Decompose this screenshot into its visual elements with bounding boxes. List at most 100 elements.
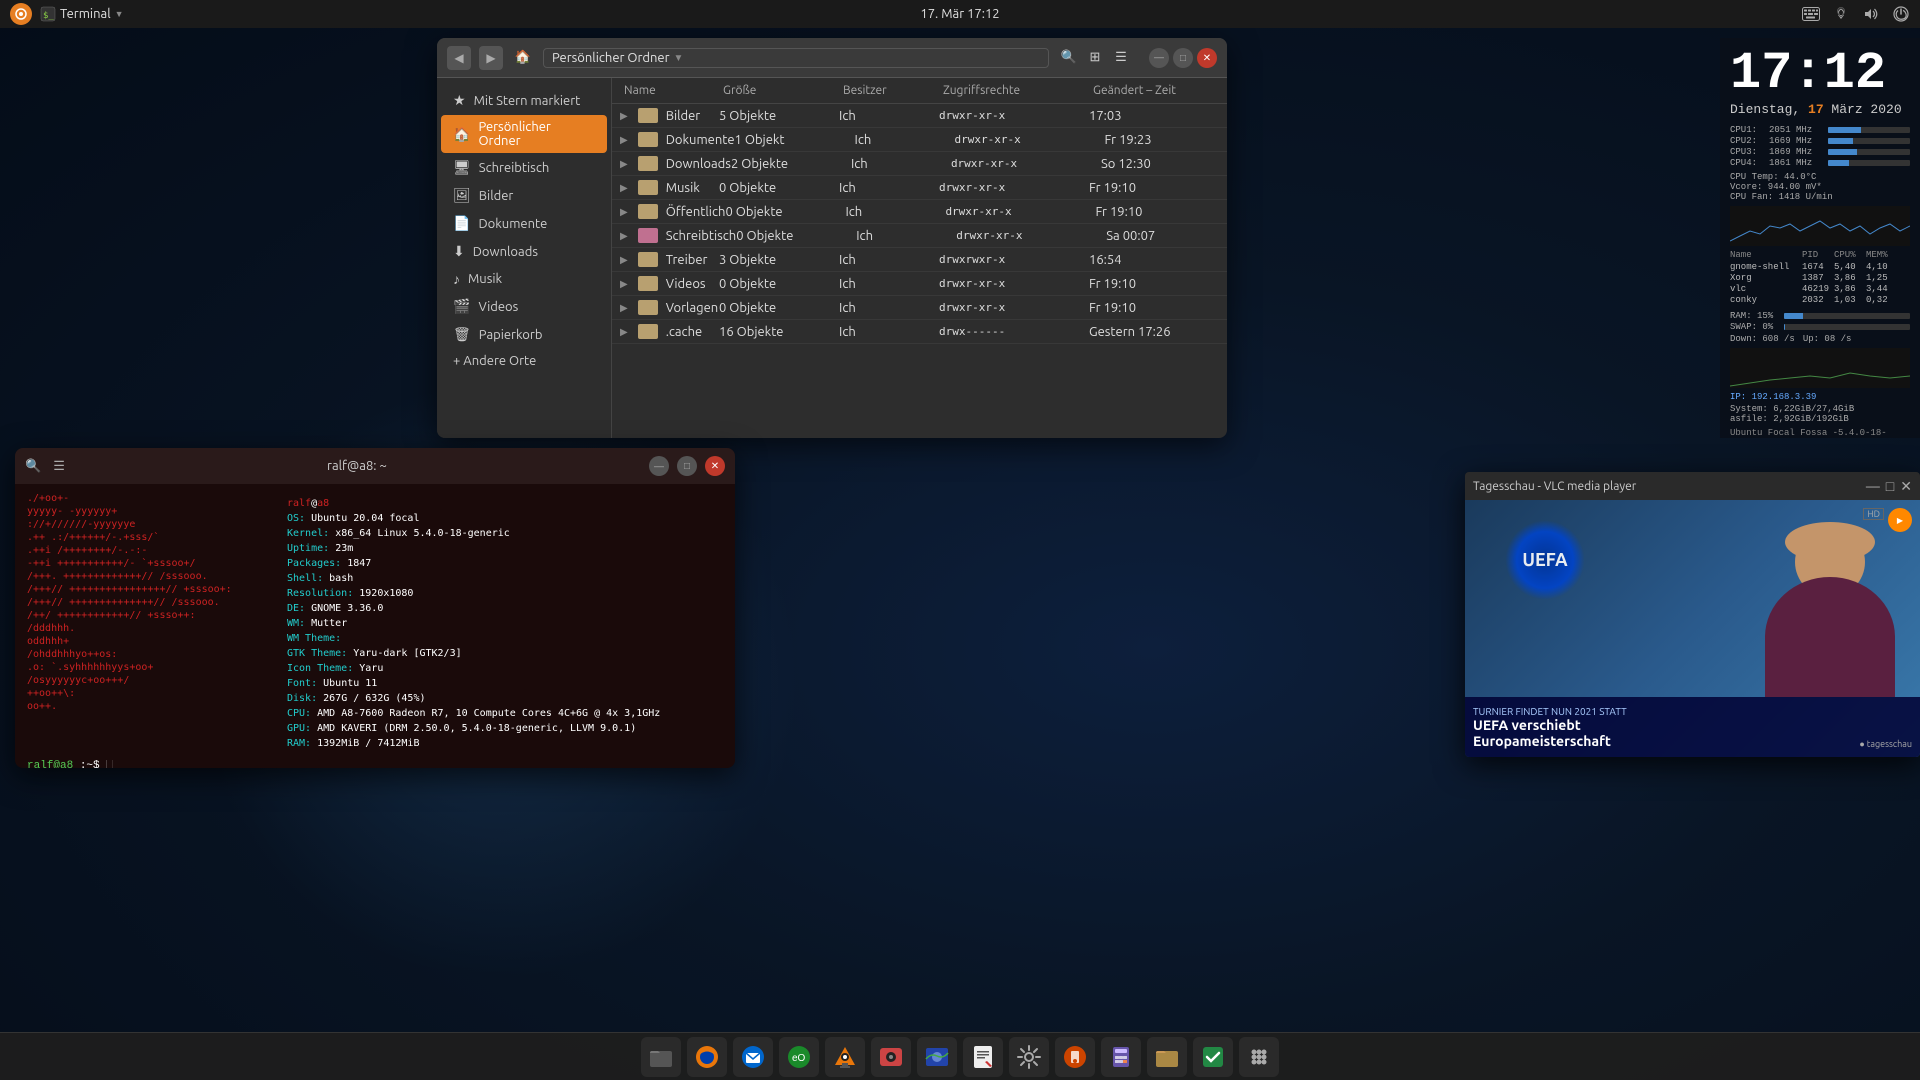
- sidebar-item-music[interactable]: ♪ Musik: [441, 266, 607, 292]
- expand-arrow: ▶: [620, 158, 628, 170]
- sysmon-cpufan: CPU Fan: 1418 U/min: [1730, 192, 1910, 202]
- screenfetch-output: ./+oo+- yyyyy- -yyyyyy+ ://+//////-yyyyy…: [27, 492, 723, 751]
- volume-icon[interactable]: [1862, 5, 1880, 23]
- grid-view-button[interactable]: ⊞: [1083, 46, 1107, 70]
- taskbar-vlc-icon[interactable]: [825, 1037, 865, 1077]
- topbar-left: $_ Terminal ▼: [10, 3, 124, 25]
- vlc-maximize-button[interactable]: □: [1886, 478, 1894, 495]
- terminal-close-button[interactable]: ✕: [705, 456, 725, 476]
- terminal-menu-button[interactable]: ☰: [53, 459, 65, 474]
- vlc-anchor-hair: [1785, 522, 1875, 562]
- file-manager-sidebar: ★ Mit Stern markiert 🏠 Persönlicher Ordn…: [437, 78, 612, 438]
- vlc-window-controls: — □ ✕: [1866, 478, 1912, 495]
- sysmon-ram-section: RAM: 15% SWAP: 0%: [1730, 311, 1910, 332]
- taskbar-shotwell-icon[interactable]: [917, 1037, 957, 1077]
- taskbar-calculator-icon[interactable]: [1101, 1037, 1141, 1077]
- sysmon-system-size: System: 6,22GiB/27,4GiB: [1730, 404, 1910, 414]
- terminal-maximize-button[interactable]: □: [677, 456, 697, 476]
- screenfetch-info: ralf@a8 OS: Ubuntu 20.04 focal Kernel: x…: [287, 492, 723, 751]
- vlc-titlebar: Tagesschau - VLC media player — □ ✕: [1465, 472, 1920, 500]
- power-icon[interactable]: [1892, 5, 1910, 23]
- sidebar-item-trash[interactable]: 🗑 Papierkorb: [441, 321, 607, 348]
- taskbar: eO: [0, 1032, 1920, 1080]
- terminal-minimize-button[interactable]: —: [649, 456, 669, 476]
- sysmon-process-xorg: Xorg13873,861,25: [1730, 273, 1910, 283]
- back-button[interactable]: ◀: [447, 46, 471, 70]
- trash-icon: 🗑: [453, 326, 471, 343]
- table-row[interactable]: ▶ Öffentlich 0 Objekte Ich drwxr-xr-x Fr…: [612, 200, 1227, 224]
- sidebar-item-other-places[interactable]: + Andere Orte: [441, 349, 607, 373]
- sidebar-item-home[interactable]: 🏠 Persönlicher Ordner: [441, 115, 607, 153]
- cpu3-row: CPU3: 1869 MHz: [1730, 147, 1910, 157]
- vlc-minimize-button[interactable]: —: [1866, 478, 1880, 495]
- taskbar-firefox-icon[interactable]: [687, 1037, 727, 1077]
- sidebar-item-desktop[interactable]: 🖥 Schreibtisch: [441, 154, 607, 181]
- sidebar-item-videos[interactable]: 🎬 Videos: [441, 293, 607, 320]
- maximize-button[interactable]: □: [1173, 48, 1193, 68]
- file-name-cell: ▶ Videos: [620, 276, 719, 291]
- path-text: Persönlicher Ordner: [552, 51, 670, 65]
- folder-icon: [638, 132, 658, 147]
- table-row[interactable]: ▶ Musik 0 Objekte Ich drwxr-xr-x Fr 19:1…: [612, 176, 1227, 200]
- sidebar-item-documents[interactable]: 📄 Dokumente: [441, 210, 607, 237]
- taskbar-rhythmbox-icon[interactable]: [871, 1037, 911, 1077]
- cpu2-row: CPU2: 1669 MHz: [1730, 136, 1910, 146]
- system-monitor-widget: 17:12 Dienstag, 17 März 2020 CPU1: 2051 …: [1720, 38, 1920, 438]
- folder-icon: [638, 108, 658, 123]
- terminal-titlebar: 🔍 ☰ ralf@a8: ~ — □ ✕: [15, 448, 735, 484]
- expand-arrow: ▶: [620, 134, 628, 146]
- close-button[interactable]: ✕: [1197, 48, 1217, 68]
- vlc-news-overlay: TURNIER FINDET NUN 2021 STATT UEFA versc…: [1465, 697, 1920, 757]
- table-row[interactable]: ▶ Downloads 2 Objekte Ich drwxr-xr-x So …: [612, 152, 1227, 176]
- activities-button[interactable]: [10, 3, 32, 25]
- taskbar-app2-icon[interactable]: [1193, 1037, 1233, 1077]
- cpu1-bar: [1828, 127, 1910, 133]
- taskbar-editor-icon[interactable]: [963, 1037, 1003, 1077]
- taskbar-filemanager-icon[interactable]: [1147, 1037, 1187, 1077]
- sidebar-item-starred[interactable]: ★ Mit Stern markiert: [441, 87, 607, 114]
- taskbar-softcenter-icon[interactable]: [1055, 1037, 1095, 1077]
- table-row[interactable]: ▶ Treiber 3 Objekte Ich drwxrwxr-x 16:54: [612, 248, 1227, 272]
- star-icon: ★: [453, 92, 466, 109]
- network-icon[interactable]: [1832, 5, 1850, 23]
- taskbar-apps-grid-icon[interactable]: [1239, 1037, 1279, 1077]
- folder-icon: [638, 180, 658, 195]
- folder-icon: [638, 204, 658, 219]
- vlc-window: Tagesschau - VLC media player — □ ✕ UEFA…: [1465, 472, 1920, 757]
- terminal-search-button[interactable]: 🔍: [25, 459, 41, 474]
- terminal-body[interactable]: ./+oo+- yyyyy- -yyyyyy+ ://+//////-yyyyy…: [15, 484, 735, 768]
- file-name-cell: ▶ Schreibtisch: [620, 228, 736, 243]
- forward-button[interactable]: ▶: [479, 46, 503, 70]
- table-row[interactable]: ▶ Schreibtisch 0 Objekte Ich drwxr-xr-x …: [612, 224, 1227, 248]
- file-manager-window: ◀ ▶ 🏠 Persönlicher Ordner ▼ 🔍 ⊞ ☰ — □ ✕ …: [437, 38, 1227, 438]
- table-row[interactable]: ▶ Bilder 5 Objekte Ich drwxr-xr-x 17:03: [612, 104, 1227, 128]
- table-row[interactable]: ▶ Vorlagen 0 Objekte Ich drwxr-xr-x Fr 1…: [612, 296, 1227, 320]
- vlc-video-area: UEFA HD ▶ TURNIER FINDET NUN 2021 STATT …: [1465, 500, 1920, 757]
- taskbar-files-icon[interactable]: [641, 1037, 681, 1077]
- vlc-anchor-body: [1765, 577, 1895, 697]
- cpu4-bar: [1828, 160, 1910, 166]
- table-row[interactable]: ▶ Videos 0 Objekte Ich drwxr-xr-x Fr 19:…: [612, 272, 1227, 296]
- home-button[interactable]: 🏠: [511, 46, 535, 70]
- expand-arrow: ▶: [620, 110, 628, 122]
- keyboard-icon[interactable]: [1802, 5, 1820, 23]
- table-row[interactable]: ▶ Dokumente 1 Objekt Ich drwxr-xr-x Fr 1…: [612, 128, 1227, 152]
- list-view-button[interactable]: ☰: [1109, 46, 1133, 70]
- taskbar-thunderbird-icon[interactable]: [733, 1037, 773, 1077]
- terminal-app-indicator[interactable]: $_ Terminal ▼: [40, 6, 124, 22]
- terminal-prompt[interactable]: ralf@a8 :~$ █: [27, 759, 723, 768]
- sysmon-vcore: Vcore: 944.00 mV*: [1730, 182, 1910, 192]
- minimize-button[interactable]: —: [1149, 48, 1169, 68]
- taskbar-settings-icon[interactable]: [1009, 1037, 1049, 1077]
- table-row[interactable]: ▶ .cache 16 Objekte Ich drwx------ Geste…: [612, 320, 1227, 344]
- taskbar-eo-icon[interactable]: eO: [779, 1037, 819, 1077]
- pictures-icon: 🖼: [453, 187, 471, 204]
- downloads-icon: ⬇: [453, 243, 465, 260]
- path-bar[interactable]: Persönlicher Ordner ▼: [543, 48, 1049, 68]
- sidebar-item-pictures[interactable]: 🖼 Bilder: [441, 182, 607, 209]
- sidebar-item-downloads[interactable]: ⬇ Downloads: [441, 238, 607, 265]
- vlc-close-button[interactable]: ✕: [1900, 478, 1912, 495]
- search-button[interactable]: 🔍: [1057, 46, 1081, 70]
- file-name-cell: ▶ Downloads: [620, 156, 731, 171]
- sysmon-footer: Ubuntu Focal Fossa -5.4.0-18-generic: [1730, 428, 1910, 438]
